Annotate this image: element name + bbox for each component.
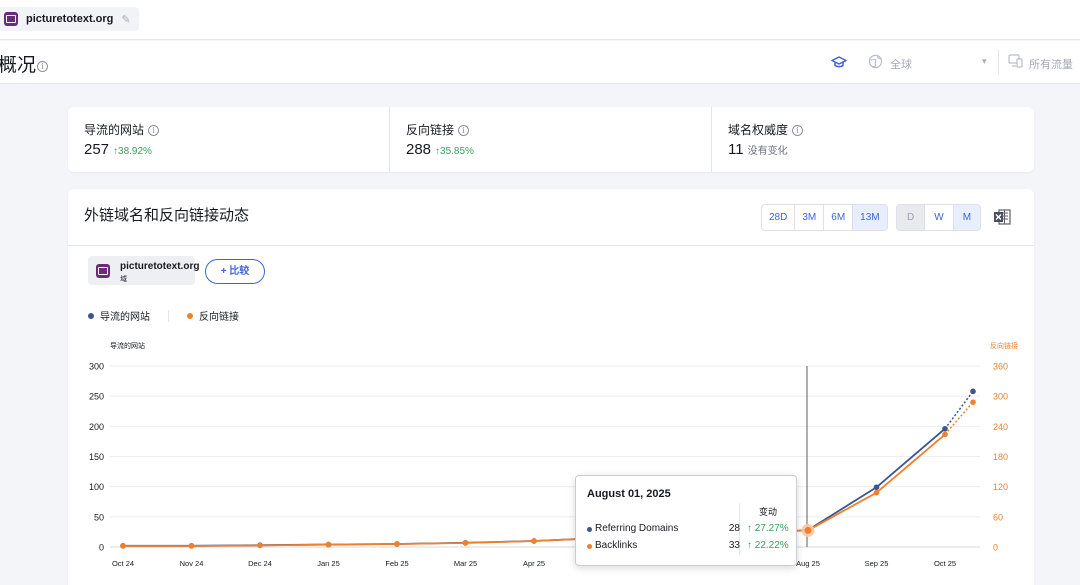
referring-domains-point xyxy=(873,484,880,491)
backlinks-point xyxy=(120,543,126,549)
left-tick-label: 0 xyxy=(99,543,104,553)
x-tick-label: Sep 25 xyxy=(865,559,889,568)
tooltip-row-change: ↑ 22.22% xyxy=(747,540,789,551)
x-tick-label: Feb 25 xyxy=(385,559,408,568)
right-axis-title: 反向链接 xyxy=(990,341,1018,350)
left-tick-label: 150 xyxy=(89,452,104,462)
backlinks-projected-point xyxy=(970,399,976,406)
referring-domains-projection xyxy=(944,390,974,430)
left-tick-label: 250 xyxy=(89,392,104,402)
right-tick-label: 360 xyxy=(993,362,1008,372)
chart-tooltip: August 01, 2025 变动 Referring Domains 28 … xyxy=(575,475,797,566)
referring-domains-projected-point xyxy=(970,388,976,395)
line-chart[interactable]: 0 50 100 150 200 250 300 0 60 120 180 240 300 360 导流的网… xyxy=(0,0,1080,585)
tooltip-row-value: 33 xyxy=(728,540,740,551)
tooltip-row-value: 28 xyxy=(728,523,740,534)
right-tick-label: 300 xyxy=(993,392,1008,402)
left-tick-label: 300 xyxy=(89,362,104,372)
referring-domains-point xyxy=(942,425,948,432)
x-tick-label: Jan 25 xyxy=(317,559,340,568)
backlinks-point xyxy=(325,541,332,548)
x-tick-label: Oct 24 xyxy=(112,559,134,568)
hover-point xyxy=(804,526,812,534)
tooltip-row-change: ↑ 27.27% xyxy=(747,523,789,534)
backlinks-projection xyxy=(944,401,974,435)
tooltip-change-header: 变动 xyxy=(759,507,778,517)
x-tick-label: Oct 25 xyxy=(934,559,956,568)
x-tick-label: Mar 25 xyxy=(454,559,477,568)
tooltip-row-name: Referring Domains xyxy=(595,523,679,534)
backlinks-point xyxy=(394,541,400,547)
right-tick-label: 120 xyxy=(993,482,1008,492)
backlinks-point xyxy=(188,543,195,549)
right-tick-label: 0 xyxy=(993,543,998,553)
tooltip-row-backlinks: Backlinks 33 ↑ 22.22% xyxy=(587,540,789,554)
x-tick-label: Aug 25 xyxy=(796,559,820,568)
left-tick-label: 50 xyxy=(94,512,104,522)
right-tick-label: 240 xyxy=(993,422,1008,432)
left-tick-label: 100 xyxy=(89,482,104,492)
series-bullet xyxy=(587,544,592,549)
x-tick-label: Nov 24 xyxy=(180,559,204,568)
tooltip-date: August 01, 2025 xyxy=(587,488,671,500)
right-tick-label: 180 xyxy=(993,452,1008,462)
x-tick-label: Dec 24 xyxy=(248,559,272,568)
backlinks-point xyxy=(257,542,263,549)
backlinks-line xyxy=(123,433,946,547)
right-tick-label: 60 xyxy=(993,512,1003,522)
backlinks-point xyxy=(462,540,469,546)
left-tick-label: 200 xyxy=(89,422,104,432)
backlinks-point xyxy=(942,431,948,438)
referring-domains-line xyxy=(123,428,946,547)
tooltip-row-name: Backlinks xyxy=(595,540,638,551)
backlinks-point xyxy=(531,538,537,544)
backlinks-point xyxy=(873,489,880,496)
series-bullet xyxy=(587,527,592,532)
tooltip-row-referring-domains: Referring Domains 28 ↑ 27.27% xyxy=(587,523,789,537)
x-tick-label: Apr 25 xyxy=(523,559,545,568)
left-axis-title: 导流的网站 xyxy=(110,341,145,350)
